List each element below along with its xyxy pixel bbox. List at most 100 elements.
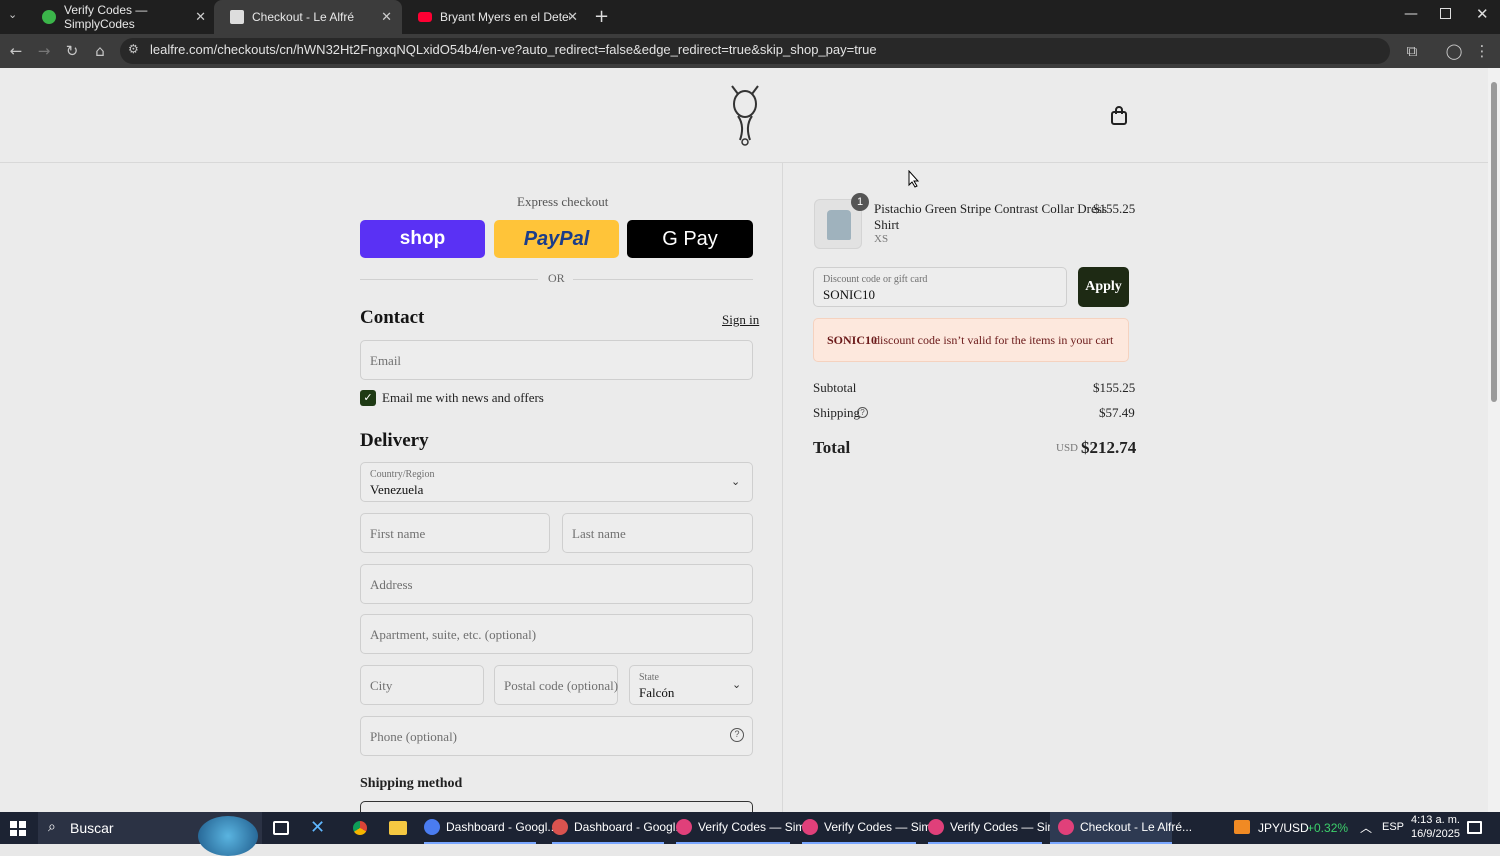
taskbar-search[interactable]: ⌕ Buscar (38, 812, 262, 856)
search-highlight-image (198, 816, 258, 856)
tab-checkout[interactable]: Checkout - Le Alfré ✕ (214, 0, 402, 34)
google-pay-label: G Pay (662, 227, 718, 250)
apply-button[interactable]: Apply (1078, 267, 1129, 307)
shipping-method-box[interactable] (360, 801, 753, 812)
language-indicator[interactable]: ESP (1382, 821, 1404, 833)
menu-icon[interactable]: ⋮ (1472, 41, 1492, 61)
app-x-icon[interactable]: ✕ (310, 817, 325, 838)
discount-value: SONIC10 (823, 287, 876, 302)
email-placeholder: Email (370, 353, 402, 368)
email-field[interactable]: Email (360, 340, 753, 380)
extensions-icon[interactable]: ⧉ (1402, 41, 1422, 61)
tab-youtube[interactable]: Bryant Myers en el Detector de ✕ (402, 0, 588, 34)
windows-start-icon[interactable] (10, 821, 26, 836)
tab-list-chevron-icon[interactable]: ⌄ (8, 8, 17, 21)
back-icon[interactable]: ← (6, 41, 26, 61)
subtotal-value: $155.25 (1093, 380, 1136, 395)
taskbar-app-verify-3[interactable]: Verify Codes — Sim... (928, 812, 1067, 844)
taskbar-app-label: Checkout - Le Alfré... (1080, 820, 1193, 834)
new-tab-icon[interactable]: + (594, 6, 609, 27)
taskbar-app-verify-1[interactable]: Verify Codes — Sim... (676, 812, 815, 844)
taskbar-app-dashboard-1[interactable]: Dashboard - Googl... (424, 812, 557, 844)
state-select[interactable]: State Falcón ⌄ (629, 665, 753, 705)
minimize-icon[interactable]: — (1404, 6, 1418, 22)
discount-code-field[interactable]: Discount code or gift card SONIC10 (813, 267, 1067, 307)
chevron-down-icon: ⌄ (732, 678, 742, 691)
notification-icon[interactable] (1467, 821, 1482, 834)
first-name-field[interactable]: First name (360, 513, 550, 553)
windows-taskbar: ⌕ Buscar ✕ Dashboard - Googl... Dashboar… (0, 812, 1500, 856)
paypal-label: PayPal (523, 227, 590, 250)
task-view-icon[interactable] (273, 821, 289, 835)
taskbar-app-label: Dashboard - Googl... (446, 820, 558, 834)
tray-chevron-up-icon[interactable]: ︿ (1360, 819, 1372, 836)
chrome-profile-icon (1058, 819, 1074, 835)
item-name-line2: Shirt (874, 217, 900, 232)
clock-time[interactable]: 4:13 a. m. (1411, 814, 1460, 826)
google-pay-button[interactable]: G Pay (627, 220, 753, 258)
stock-widget-icon[interactable] (1234, 820, 1250, 834)
last-name-field[interactable]: Last name (562, 513, 753, 553)
address-field[interactable]: Address (360, 564, 753, 604)
file-explorer-icon[interactable] (389, 821, 407, 835)
sign-in-link[interactable]: Sign in (722, 312, 759, 328)
youtube-icon (418, 12, 432, 22)
postal-code-field[interactable]: Postal code (optional) (494, 665, 618, 705)
column-divider (782, 163, 783, 812)
or-divider-left (360, 279, 538, 280)
item-price: $155.25 (1093, 201, 1136, 216)
taskbar-app-checkout[interactable]: Checkout - Le Alfré... (1050, 812, 1192, 844)
item-name-line1: Pistachio Green Stripe Contrast Collar D… (874, 201, 1107, 216)
apartment-placeholder: Apartment, suite, etc. (optional) (370, 627, 537, 642)
stock-label[interactable]: JPY/USD (1258, 821, 1309, 835)
close-icon[interactable]: ✕ (381, 9, 392, 25)
first-name-placeholder: First name (370, 526, 426, 541)
home-icon[interactable]: ⌂ (90, 41, 110, 61)
site-info-icon[interactable]: ⚙ (128, 42, 139, 56)
close-icon[interactable]: ✕ (567, 9, 578, 25)
shipping-value: $57.49 (1099, 405, 1135, 420)
shop-pay-button[interactable]: shop (360, 220, 485, 258)
taskbar-app-verify-2[interactable]: Verify Codes — Sim... (802, 812, 941, 844)
clock-date[interactable]: 16/9/2025 (1411, 828, 1460, 840)
cart-bag-icon[interactable] (1110, 106, 1128, 126)
tab-label: Verify Codes — SimplyCodes (64, 3, 148, 31)
chrome-profile-icon (802, 819, 818, 835)
phone-placeholder: Phone (optional) (370, 729, 458, 744)
taskbar-app-dashboard-2[interactable]: Dashboard - Googl... (552, 812, 685, 844)
shipping-help-icon[interactable]: ? (857, 407, 868, 418)
close-icon[interactable]: ✕ (195, 9, 206, 25)
forward-icon[interactable]: → (34, 41, 54, 61)
reload-icon[interactable]: ↻ (62, 41, 82, 61)
stock-change: +0.32% (1307, 821, 1349, 835)
paypal-button[interactable]: PayPal (494, 220, 619, 258)
or-divider-right (573, 279, 753, 280)
restore-icon[interactable] (1440, 8, 1451, 19)
help-circle-icon[interactable]: ? (730, 728, 744, 742)
country-label: Country/Region (370, 469, 435, 480)
chrome-icon[interactable] (351, 819, 369, 837)
country-select[interactable]: Country/Region Venezuela ⌄ (360, 462, 753, 502)
tab-verify-codes[interactable]: Verify Codes — SimplyCodes ✕ (26, 0, 216, 34)
store-logo[interactable] (726, 82, 764, 148)
chrome-profile-icon (552, 819, 568, 835)
url-text[interactable]: lealfre.com/checkouts/cn/hWN32Ht2FngxqNQ… (150, 42, 877, 57)
city-field[interactable]: City (360, 665, 484, 705)
address-placeholder: Address (370, 577, 413, 592)
error-text: discount code isn’t valid for the items … (874, 333, 1114, 347)
taskbar-app-label: Verify Codes — Sim... (698, 820, 816, 834)
scrollbar-thumb[interactable] (1491, 82, 1497, 402)
chrome-profile-icon (676, 819, 692, 835)
express-checkout-label: Express checkout (517, 194, 609, 209)
city-placeholder: City (370, 678, 393, 693)
newsletter-checkbox[interactable]: ✓ (360, 390, 376, 406)
shirt-image (827, 210, 851, 240)
close-window-icon[interactable]: ✕ (1476, 5, 1489, 23)
phone-field[interactable]: Phone (optional) ? (360, 716, 753, 756)
apartment-field[interactable]: Apartment, suite, etc. (optional) (360, 614, 753, 654)
profile-icon[interactable]: ◯ (1444, 41, 1464, 61)
chrome-profile-icon (928, 819, 944, 835)
state-value: Falcón (639, 685, 675, 700)
contact-title: Contact (360, 307, 425, 328)
store-header (0, 68, 1488, 163)
